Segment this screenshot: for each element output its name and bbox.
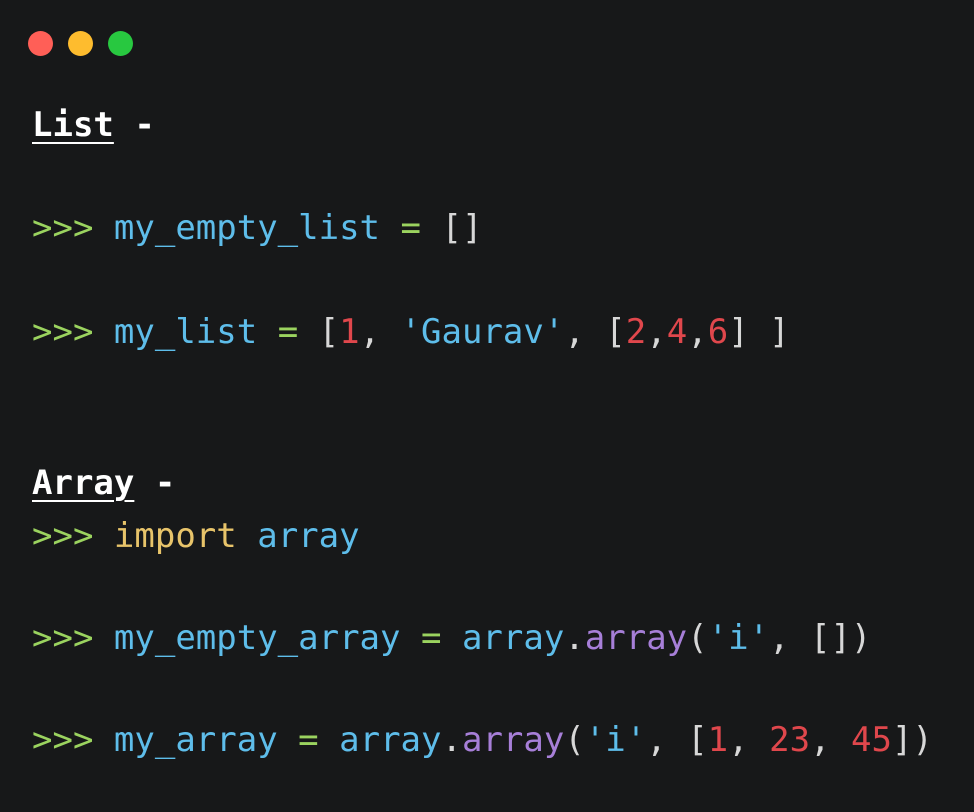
assign-operator: = [298,720,319,760]
variable-name: my_empty_list [113,208,381,248]
prompt: >>> [32,618,94,658]
separator: , [728,720,770,760]
window-controls [28,31,133,56]
module-reference: array [339,720,442,760]
separator: , [687,312,708,352]
list-literal: [] [441,208,483,248]
number-literal: 1 [707,720,729,760]
code-line-import: >>> import array [32,516,360,556]
bracket: ] [728,312,749,352]
string-literal: 'Gaurav' [400,312,565,352]
number-literal: 6 [707,312,729,352]
method-name: array [461,720,565,760]
minimize-window-dot[interactable] [68,31,93,56]
call-args-rest: , []) [769,618,872,658]
paren: ( [564,720,585,760]
variable-name: my_empty_array [113,618,401,658]
code-line-empty-list: >>> my_empty_list = [] [32,208,482,248]
array-heading-line: Array - [32,463,175,503]
bracket: [ [605,312,626,352]
array-heading: Array [32,463,135,503]
code-line-list: >>> my_list = [1, 'Gaurav', [2,4,6] ] [32,312,790,352]
paren: ( [687,618,708,658]
bracket: [ [318,312,340,352]
dot: . [564,618,585,658]
import-keyword: import [113,516,237,556]
separator: , [ [646,720,708,760]
number-literal: 45 [851,720,892,760]
prompt: >>> [32,720,94,760]
code-line-array: >>> my_array = array.array('i', [1, 23, … [32,720,933,760]
dot: . [441,720,462,760]
assign-operator: = [277,312,299,352]
heading-dash: - [134,105,155,145]
prompt: >>> [32,208,94,248]
code-window: List - >>> my_empty_list = [] >>> my_lis… [0,0,974,812]
number-literal: 1 [339,312,360,352]
prompt: >>> [32,312,94,352]
list-heading: List [32,105,114,145]
string-literal: 'i' [707,618,770,658]
module-name: array [257,516,360,556]
bracket: ] [748,312,790,352]
close-paren: ]) [891,720,933,760]
maximize-window-dot[interactable] [108,31,133,56]
variable-name: my_list [113,312,258,352]
separator: , [646,312,667,352]
separator: , [810,720,851,760]
separator: , [359,312,401,352]
separator: , [564,312,606,352]
code-line-empty-array: >>> my_empty_array = array.array('i', []… [32,618,871,658]
number-literal: 4 [666,312,688,352]
assign-operator: = [400,208,421,248]
list-heading-line: List - [32,105,155,145]
method-name: array [584,618,688,658]
assign-operator: = [420,618,442,658]
heading-dash: - [154,463,176,503]
number-literal: 23 [769,720,811,760]
close-window-dot[interactable] [28,31,53,56]
variable-name: my_array [113,720,278,760]
string-literal: 'i' [584,720,647,760]
number-literal: 2 [625,312,647,352]
module-reference: array [461,618,565,658]
prompt: >>> [32,516,94,556]
